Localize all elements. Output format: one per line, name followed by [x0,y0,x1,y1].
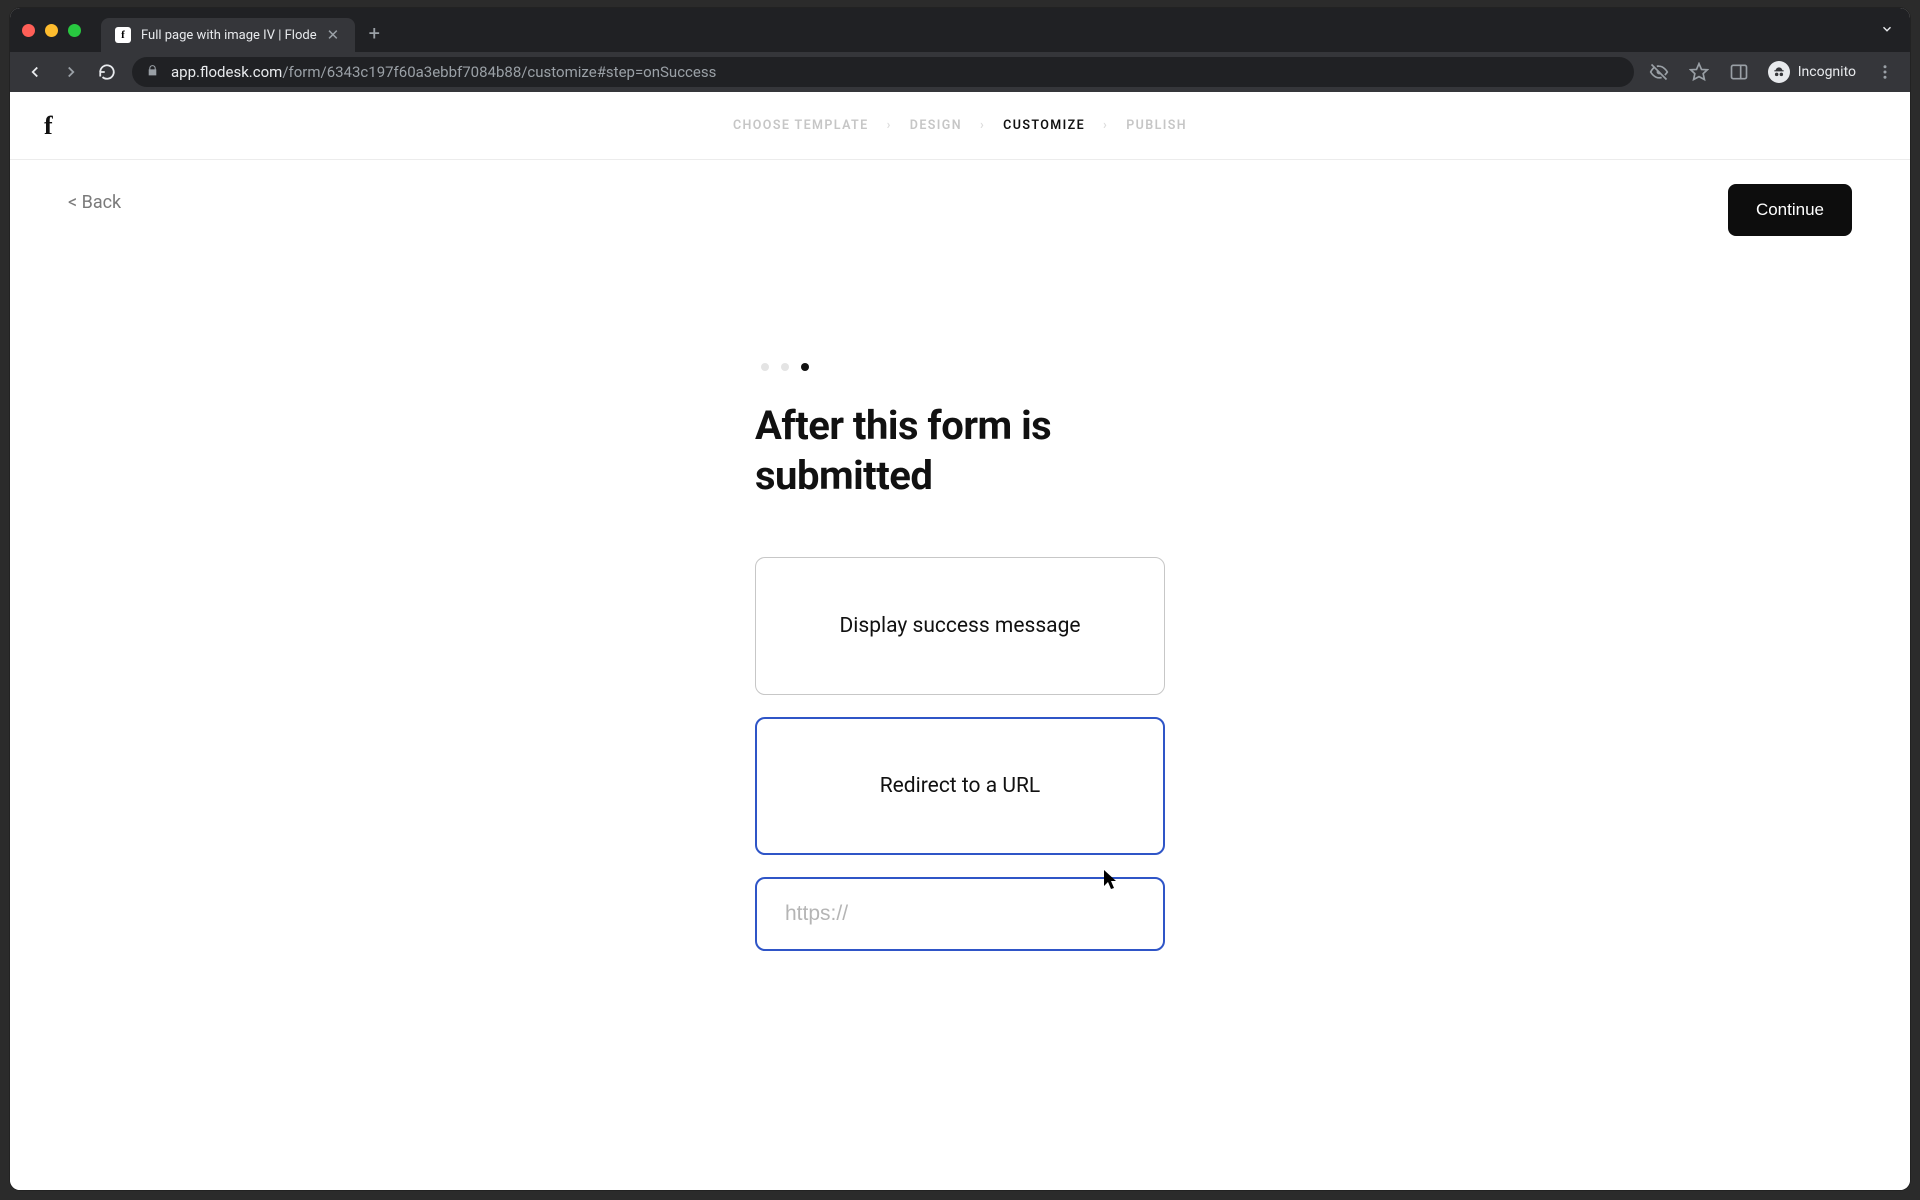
step-dot[interactable] [781,363,789,371]
browser-tab[interactable]: f Full page with image IV | Flode ✕ [101,18,355,52]
address-bar[interactable]: app.flodesk.com/form/6343c197f60a3ebbf70… [132,57,1634,87]
app-logo-icon[interactable]: f [44,111,53,141]
url-text: app.flodesk.com/form/6343c197f60a3ebbf70… [171,63,716,81]
reload-icon[interactable] [96,63,118,81]
window-zoom-icon[interactable] [68,24,81,37]
lock-icon [146,64,159,81]
wizard-step-choose-template[interactable]: CHOOSE TEMPLATE [733,118,869,133]
continue-button[interactable]: Continue [1728,184,1852,236]
panel-icon[interactable] [1728,62,1750,82]
incognito-badge[interactable]: Incognito [1768,61,1856,83]
wizard-step-publish[interactable]: PUBLISH [1126,118,1187,133]
window-minimize-icon[interactable] [45,24,58,37]
tab-favicon-icon: f [115,27,131,43]
browser-tabstrip: f Full page with image IV | Flode ✕ + [10,8,1910,52]
browser-toolbar: app.flodesk.com/form/6343c197f60a3ebbf70… [10,52,1910,92]
form-panel: After this form is submitted Display suc… [755,363,1165,951]
back-link[interactable]: < Back [68,192,121,213]
incognito-label: Incognito [1798,64,1856,80]
page-title: After this form is submitted [755,401,1165,501]
app-header: f CHOOSE TEMPLATE › DESIGN › CUSTOMIZE ›… [10,92,1910,160]
chevron-right-icon: › [887,118,892,133]
chevron-down-icon[interactable] [1880,21,1894,40]
option-label: Display success message [839,614,1080,638]
tab-title: Full page with image IV | Flode [141,28,317,43]
chevron-right-icon: › [1103,118,1108,133]
option-redirect-url[interactable]: Redirect to a URL [755,717,1165,855]
window-controls [22,24,81,37]
eye-off-icon[interactable] [1648,62,1670,82]
option-display-success[interactable]: Display success message [755,557,1165,695]
incognito-icon [1768,61,1790,83]
back-icon[interactable] [24,63,46,81]
wizard-step-design[interactable]: DESIGN [910,118,962,133]
chevron-right-icon: › [980,118,985,133]
step-dot[interactable] [801,363,809,371]
option-label: Redirect to a URL [880,774,1041,798]
forward-icon [60,63,82,81]
close-icon[interactable]: ✕ [327,28,341,43]
kebab-menu-icon[interactable] [1874,63,1896,81]
step-dot[interactable] [761,363,769,371]
star-icon[interactable] [1688,62,1710,82]
wizard-step-customize[interactable]: CUSTOMIZE [1003,118,1085,133]
step-dots [755,363,1165,371]
wizard-steps: CHOOSE TEMPLATE › DESIGN › CUSTOMIZE › P… [733,118,1187,133]
redirect-url-input[interactable] [755,877,1165,951]
window-close-icon[interactable] [22,24,35,37]
new-tab-button[interactable]: + [369,21,380,45]
